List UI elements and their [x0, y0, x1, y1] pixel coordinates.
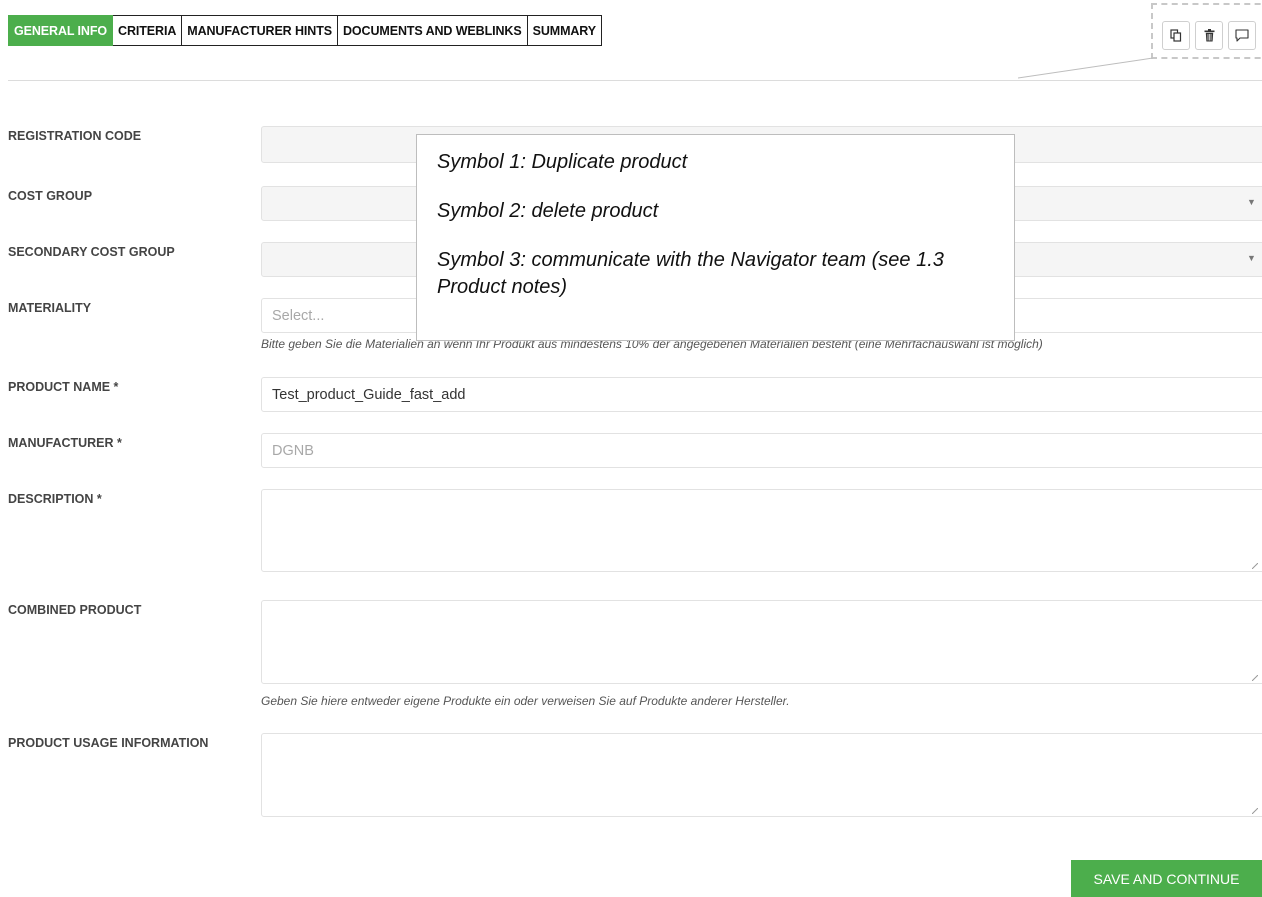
resize-handle-icon[interactable] — [1252, 808, 1258, 814]
tab-criteria[interactable]: CRITERIA — [113, 15, 183, 46]
symbol-legend-callout: Symbol 1: Duplicate product Symbol 2: de… — [416, 134, 1015, 341]
tab-documents-and-weblinks[interactable]: DOCUMENTS AND WEBLINKS — [338, 15, 528, 46]
resize-handle-icon[interactable] — [1252, 563, 1258, 569]
symbol-3-note: Symbol 3: communicate with the Navigator… — [437, 249, 944, 298]
tab-general-info[interactable]: GENERAL INFO — [8, 15, 114, 46]
secondary-cost-group-chevron-down-icon: ▼ — [1247, 253, 1256, 263]
product-actions-toolbar — [1151, 3, 1262, 59]
manufacturer-label: MANUFACTURER * — [8, 436, 122, 450]
symbol-1-note: Symbol 1: Duplicate product — [437, 151, 688, 173]
materiality-label: MATERIALITY — [8, 301, 92, 315]
product-notes-button[interactable] — [1228, 21, 1256, 50]
product-name-input[interactable]: Test_product_Guide_fast_add — [261, 377, 1262, 412]
resize-handle-icon[interactable] — [1252, 675, 1258, 681]
registration-code-label: REGISTRATION CODE — [8, 129, 142, 143]
duplicate-product-button[interactable] — [1162, 21, 1190, 50]
tab-manufacturer-hints[interactable]: MANUFACTURER HINTS — [182, 15, 338, 46]
secondary-cost-group-label: SECONDARY COST GROUP — [8, 245, 175, 259]
product-name-value: Test_product_Guide_fast_add — [272, 386, 466, 403]
duplicate-icon — [1170, 29, 1182, 42]
product-name-label: PRODUCT NAME * — [8, 380, 119, 394]
description-textarea[interactable] — [261, 489, 1262, 572]
cost-group-chevron-down-icon: ▼ — [1247, 197, 1256, 207]
combined-product-label: COMBINED PRODUCT — [8, 603, 142, 617]
comment-icon — [1235, 29, 1249, 42]
symbol-2-note: Symbol 2: delete product — [437, 200, 659, 222]
product-usage-information-textarea[interactable] — [261, 733, 1262, 817]
delete-product-button[interactable] — [1195, 21, 1223, 50]
tab-summary[interactable]: SUMMARY — [527, 15, 603, 46]
tab-bar: GENERAL INFO CRITERIA MANUFACTURER HINTS… — [8, 15, 603, 46]
callout-line — [1018, 57, 1153, 79]
cost-group-label: COST GROUP — [8, 189, 93, 203]
save-and-continue-button[interactable]: SAVE AND CONTINUE — [1071, 860, 1262, 897]
description-label: DESCRIPTION * — [8, 492, 102, 506]
manufacturer-field: DGNB — [261, 433, 1262, 468]
product-usage-information-label: PRODUCT USAGE INFORMATION — [8, 736, 209, 750]
combined-product-help-text: Geben Sie hiere entweder eigene Produkte… — [261, 694, 790, 708]
combined-product-textarea[interactable] — [261, 600, 1262, 684]
manufacturer-value: DGNB — [272, 442, 314, 459]
header-divider — [8, 80, 1262, 81]
materiality-placeholder: Select... — [272, 307, 325, 324]
trash-icon — [1204, 29, 1214, 42]
